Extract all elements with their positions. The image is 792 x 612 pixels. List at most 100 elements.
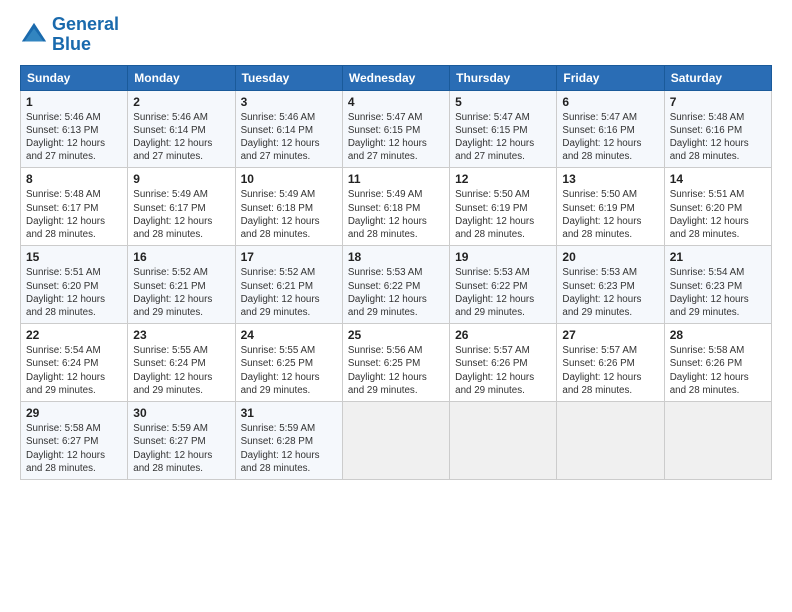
calendar-cell: 22 Sunrise: 5:54 AMSunset: 6:24 PMDayligh…	[21, 324, 128, 402]
calendar-cell: 18 Sunrise: 5:53 AMSunset: 6:22 PMDayligh…	[342, 246, 449, 324]
day-info: Sunrise: 5:51 AMSunset: 6:20 PMDaylight:…	[670, 188, 766, 241]
day-info: Sunrise: 5:57 AMSunset: 6:26 PMDaylight:…	[455, 344, 551, 397]
day-info: Sunrise: 5:54 AMSunset: 6:23 PMDaylight:…	[670, 266, 766, 319]
calendar-cell: 9 Sunrise: 5:49 AMSunset: 6:17 PMDaylight…	[128, 168, 235, 246]
calendar-cell: 28 Sunrise: 5:58 AMSunset: 6:26 PMDayligh…	[664, 324, 771, 402]
day-number: 17	[241, 250, 337, 264]
calendar-cell: 29 Sunrise: 5:58 AMSunset: 6:27 PMDayligh…	[21, 402, 128, 480]
day-info: Sunrise: 5:49 AMSunset: 6:17 PMDaylight:…	[133, 188, 229, 241]
calendar-cell: 1 Sunrise: 5:46 AMSunset: 6:13 PMDaylight…	[21, 90, 128, 168]
day-number: 28	[670, 328, 766, 342]
day-info: Sunrise: 5:59 AMSunset: 6:27 PMDaylight:…	[133, 422, 229, 475]
day-number: 12	[455, 172, 551, 186]
day-info: Sunrise: 5:47 AMSunset: 6:15 PMDaylight:…	[348, 111, 444, 164]
calendar-cell: 20 Sunrise: 5:53 AMSunset: 6:23 PMDayligh…	[557, 246, 664, 324]
logo-general: General	[52, 14, 119, 34]
day-number: 13	[562, 172, 658, 186]
day-of-week-thursday: Thursday	[450, 65, 557, 90]
day-number: 26	[455, 328, 551, 342]
day-number: 14	[670, 172, 766, 186]
calendar-cell: 12Sunrise: 5:50 AMSunset: 6:19 PMDayligh…	[450, 168, 557, 246]
calendar-week-3: 15 Sunrise: 5:51 AMSunset: 6:20 PMDayligh…	[21, 246, 772, 324]
calendar-body: 1 Sunrise: 5:46 AMSunset: 6:13 PMDaylight…	[21, 90, 772, 479]
calendar-week-4: 22 Sunrise: 5:54 AMSunset: 6:24 PMDayligh…	[21, 324, 772, 402]
day-number: 15	[26, 250, 122, 264]
day-info: Sunrise: 5:51 AMSunset: 6:20 PMDaylight:…	[26, 266, 122, 319]
calendar-cell: 17Sunrise: 5:52 AMSunset: 6:21 PMDayligh…	[235, 246, 342, 324]
day-of-week-tuesday: Tuesday	[235, 65, 342, 90]
day-info: Sunrise: 5:54 AMSunset: 6:24 PMDaylight:…	[26, 344, 122, 397]
header: General Blue	[20, 15, 772, 55]
day-info: Sunrise: 5:49 AMSunset: 6:18 PMDaylight:…	[348, 188, 444, 241]
calendar-cell: 19Sunrise: 5:53 AMSunset: 6:22 PMDayligh…	[450, 246, 557, 324]
day-number: 3	[241, 95, 337, 109]
day-info: Sunrise: 5:47 AMSunset: 6:16 PMDaylight:…	[562, 111, 658, 164]
day-info: Sunrise: 5:55 AMSunset: 6:24 PMDaylight:…	[133, 344, 229, 397]
calendar-cell: 3Sunrise: 5:46 AMSunset: 6:14 PMDaylight…	[235, 90, 342, 168]
day-of-week-saturday: Saturday	[664, 65, 771, 90]
day-number: 25	[348, 328, 444, 342]
calendar-week-5: 29 Sunrise: 5:58 AMSunset: 6:27 PMDayligh…	[21, 402, 772, 480]
day-number: 8	[26, 172, 122, 186]
day-number: 18	[348, 250, 444, 264]
day-of-week-friday: Friday	[557, 65, 664, 90]
day-info: Sunrise: 5:58 AMSunset: 6:26 PMDaylight:…	[670, 344, 766, 397]
day-number: 9	[133, 172, 229, 186]
day-number: 22	[26, 328, 122, 342]
calendar-cell	[450, 402, 557, 480]
day-number: 23	[133, 328, 229, 342]
day-number: 4	[348, 95, 444, 109]
calendar: SundayMondayTuesdayWednesdayThursdayFrid…	[20, 65, 772, 480]
day-number: 29	[26, 406, 122, 420]
calendar-cell	[557, 402, 664, 480]
calendar-header: SundayMondayTuesdayWednesdayThursdayFrid…	[21, 65, 772, 90]
day-info: Sunrise: 5:59 AMSunset: 6:28 PMDaylight:…	[241, 422, 337, 475]
calendar-cell: 27Sunrise: 5:57 AMSunset: 6:26 PMDayligh…	[557, 324, 664, 402]
day-number: 6	[562, 95, 658, 109]
day-number: 1	[26, 95, 122, 109]
day-info: Sunrise: 5:53 AMSunset: 6:22 PMDaylight:…	[348, 266, 444, 319]
logo: General Blue	[20, 15, 119, 55]
calendar-cell: 10Sunrise: 5:49 AMSunset: 6:18 PMDayligh…	[235, 168, 342, 246]
calendar-cell: 21 Sunrise: 5:54 AMSunset: 6:23 PMDayligh…	[664, 246, 771, 324]
day-of-week-monday: Monday	[128, 65, 235, 90]
logo-icon	[20, 21, 48, 49]
day-of-week-sunday: Sunday	[21, 65, 128, 90]
day-info: Sunrise: 5:50 AMSunset: 6:19 PMDaylight:…	[562, 188, 658, 241]
day-number: 16	[133, 250, 229, 264]
day-info: Sunrise: 5:52 AMSunset: 6:21 PMDaylight:…	[133, 266, 229, 319]
day-info: Sunrise: 5:46 AMSunset: 6:13 PMDaylight:…	[26, 111, 122, 164]
calendar-week-2: 8Sunrise: 5:48 AMSunset: 6:17 PMDaylight…	[21, 168, 772, 246]
day-number: 7	[670, 95, 766, 109]
calendar-cell: 24 Sunrise: 5:55 AMSunset: 6:25 PMDayligh…	[235, 324, 342, 402]
calendar-cell: 14 Sunrise: 5:51 AMSunset: 6:20 PMDayligh…	[664, 168, 771, 246]
day-info: Sunrise: 5:47 AMSunset: 6:15 PMDaylight:…	[455, 111, 551, 164]
day-number: 5	[455, 95, 551, 109]
day-number: 27	[562, 328, 658, 342]
calendar-cell: 8Sunrise: 5:48 AMSunset: 6:17 PMDaylight…	[21, 168, 128, 246]
day-info: Sunrise: 5:53 AMSunset: 6:23 PMDaylight:…	[562, 266, 658, 319]
day-number: 10	[241, 172, 337, 186]
calendar-cell: 7Sunrise: 5:48 AMSunset: 6:16 PMDaylight…	[664, 90, 771, 168]
page: General Blue SundayMondayTuesdayWednesda…	[0, 0, 792, 612]
day-number: 31	[241, 406, 337, 420]
day-number: 20	[562, 250, 658, 264]
day-number: 24	[241, 328, 337, 342]
calendar-cell: 30 Sunrise: 5:59 AMSunset: 6:27 PMDayligh…	[128, 402, 235, 480]
day-number: 11	[348, 172, 444, 186]
logo-blue-text: Blue	[52, 34, 91, 54]
calendar-cell: 25Sunrise: 5:56 AMSunset: 6:25 PMDayligh…	[342, 324, 449, 402]
day-info: Sunrise: 5:46 AMSunset: 6:14 PMDaylight:…	[133, 111, 229, 164]
calendar-cell: 23 Sunrise: 5:55 AMSunset: 6:24 PMDayligh…	[128, 324, 235, 402]
calendar-cell: 15 Sunrise: 5:51 AMSunset: 6:20 PMDayligh…	[21, 246, 128, 324]
day-number: 21	[670, 250, 766, 264]
day-number: 19	[455, 250, 551, 264]
calendar-cell: 2Sunrise: 5:46 AMSunset: 6:14 PMDaylight…	[128, 90, 235, 168]
calendar-cell: 11 Sunrise: 5:49 AMSunset: 6:18 PMDayligh…	[342, 168, 449, 246]
day-info: Sunrise: 5:55 AMSunset: 6:25 PMDaylight:…	[241, 344, 337, 397]
calendar-cell: 6 Sunrise: 5:47 AMSunset: 6:16 PMDaylight…	[557, 90, 664, 168]
day-number: 30	[133, 406, 229, 420]
day-info: Sunrise: 5:58 AMSunset: 6:27 PMDaylight:…	[26, 422, 122, 475]
calendar-cell	[342, 402, 449, 480]
calendar-cell: 26 Sunrise: 5:57 AMSunset: 6:26 PMDayligh…	[450, 324, 557, 402]
